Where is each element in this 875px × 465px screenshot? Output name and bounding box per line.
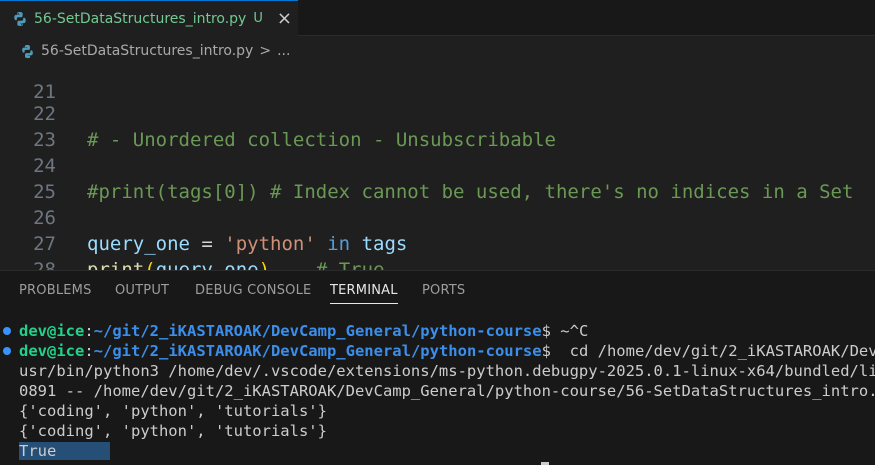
terminal-line: dev@ice:~/git/2_iKASTAROAK/DevCamp_Gener…	[19, 321, 588, 341]
prompt-path: ~/git/2_iKASTAROAK/DevCamp_General/pytho…	[93, 322, 542, 340]
code-line: 27 print(query_one) # True	[0, 205, 875, 270]
prompt-symbol: $	[541, 342, 551, 360]
terminal-line: dev@ice:~/git/2_iKASTAROAK/DevCamp_Gener…	[19, 341, 875, 361]
terminal-line: 0891 -- /home/dev/git/2_iKASTAROAK/DevCa…	[19, 382, 875, 400]
command-success-icon[interactable]	[3, 347, 11, 355]
code-editor[interactable]: 21 22 # - Unordered collection - Unsubsc…	[0, 66, 875, 270]
python-file-icon	[22, 44, 33, 58]
python-file-icon	[14, 11, 26, 26]
code-line: 28	[0, 231, 875, 270]
editor-tab-bar: 56-SetDataStructures_intro.py U ×	[0, 0, 875, 36]
tab-filename: 56-SetDataStructures_intro.py	[34, 10, 247, 27]
tab-problems[interactable]: PROBLEMS	[19, 283, 92, 298]
tab-untracked-badge: U	[253, 11, 263, 26]
breadcrumb: 56-SetDataStructures_intro.py > ...	[0, 36, 875, 66]
code-line: 22 # - Unordered collection - Unsubscrib…	[0, 75, 875, 151]
prompt-user: dev@ice	[19, 342, 85, 360]
tab-debug-console[interactable]: DEBUG CONSOLE	[195, 283, 311, 298]
terminal-line: True	[19, 441, 111, 461]
breadcrumb-separator: >	[259, 43, 272, 59]
breadcrumb-more[interactable]: ...	[277, 43, 290, 59]
prompt-user: dev@ice	[19, 322, 85, 340]
terminal-command: cd /home/dev/git/2_iKASTAROAK/DevCam	[550, 342, 875, 360]
editor-tab-active[interactable]: 56-SetDataStructures_intro.py U ×	[0, 0, 298, 36]
bottom-panel: PROBLEMS OUTPUT DEBUG CONSOLE TERMINAL P…	[0, 270, 875, 465]
breadcrumb-file[interactable]: 56-SetDataStructures_intro.py	[41, 43, 253, 59]
prompt-colon: :	[84, 342, 94, 360]
command-success-icon[interactable]	[3, 327, 11, 335]
tab-terminal[interactable]: TERMINAL	[330, 283, 398, 304]
tab-ports[interactable]: PORTS	[422, 283, 465, 298]
prompt-colon: :	[84, 322, 94, 340]
terminal-line: {'coding', 'python', 'tutorials'}	[19, 402, 327, 420]
code-line: 29	[0, 257, 875, 270]
terminal-line: usr/bin/python3 /home/dev/.vscode/extens…	[19, 362, 875, 380]
selected-text: True	[19, 442, 111, 460]
code-line: 26 query_one = 'python' in tags	[0, 179, 875, 255]
prompt-symbol: $	[541, 322, 551, 340]
code-line: 25	[0, 153, 875, 203]
terminal-command: ~^C	[550, 322, 589, 340]
code-line: 23	[0, 101, 875, 151]
prompt-path: ~/git/2_iKASTAROAK/DevCamp_General/pytho…	[93, 342, 542, 360]
close-icon[interactable]: ×	[277, 9, 292, 28]
tab-output[interactable]: OUTPUT	[115, 283, 169, 298]
terminal-output[interactable]: dev@ice:~/git/2_iKASTAROAK/DevCamp_Gener…	[0, 321, 875, 465]
panel-tabs: PROBLEMS OUTPUT DEBUG CONSOLE TERMINAL P…	[0, 271, 875, 311]
terminal-line: {'coding', 'python', 'tutorials'}	[19, 422, 327, 440]
code-line: 24 #print(tags[0]) # Index cannot be use…	[0, 127, 875, 203]
